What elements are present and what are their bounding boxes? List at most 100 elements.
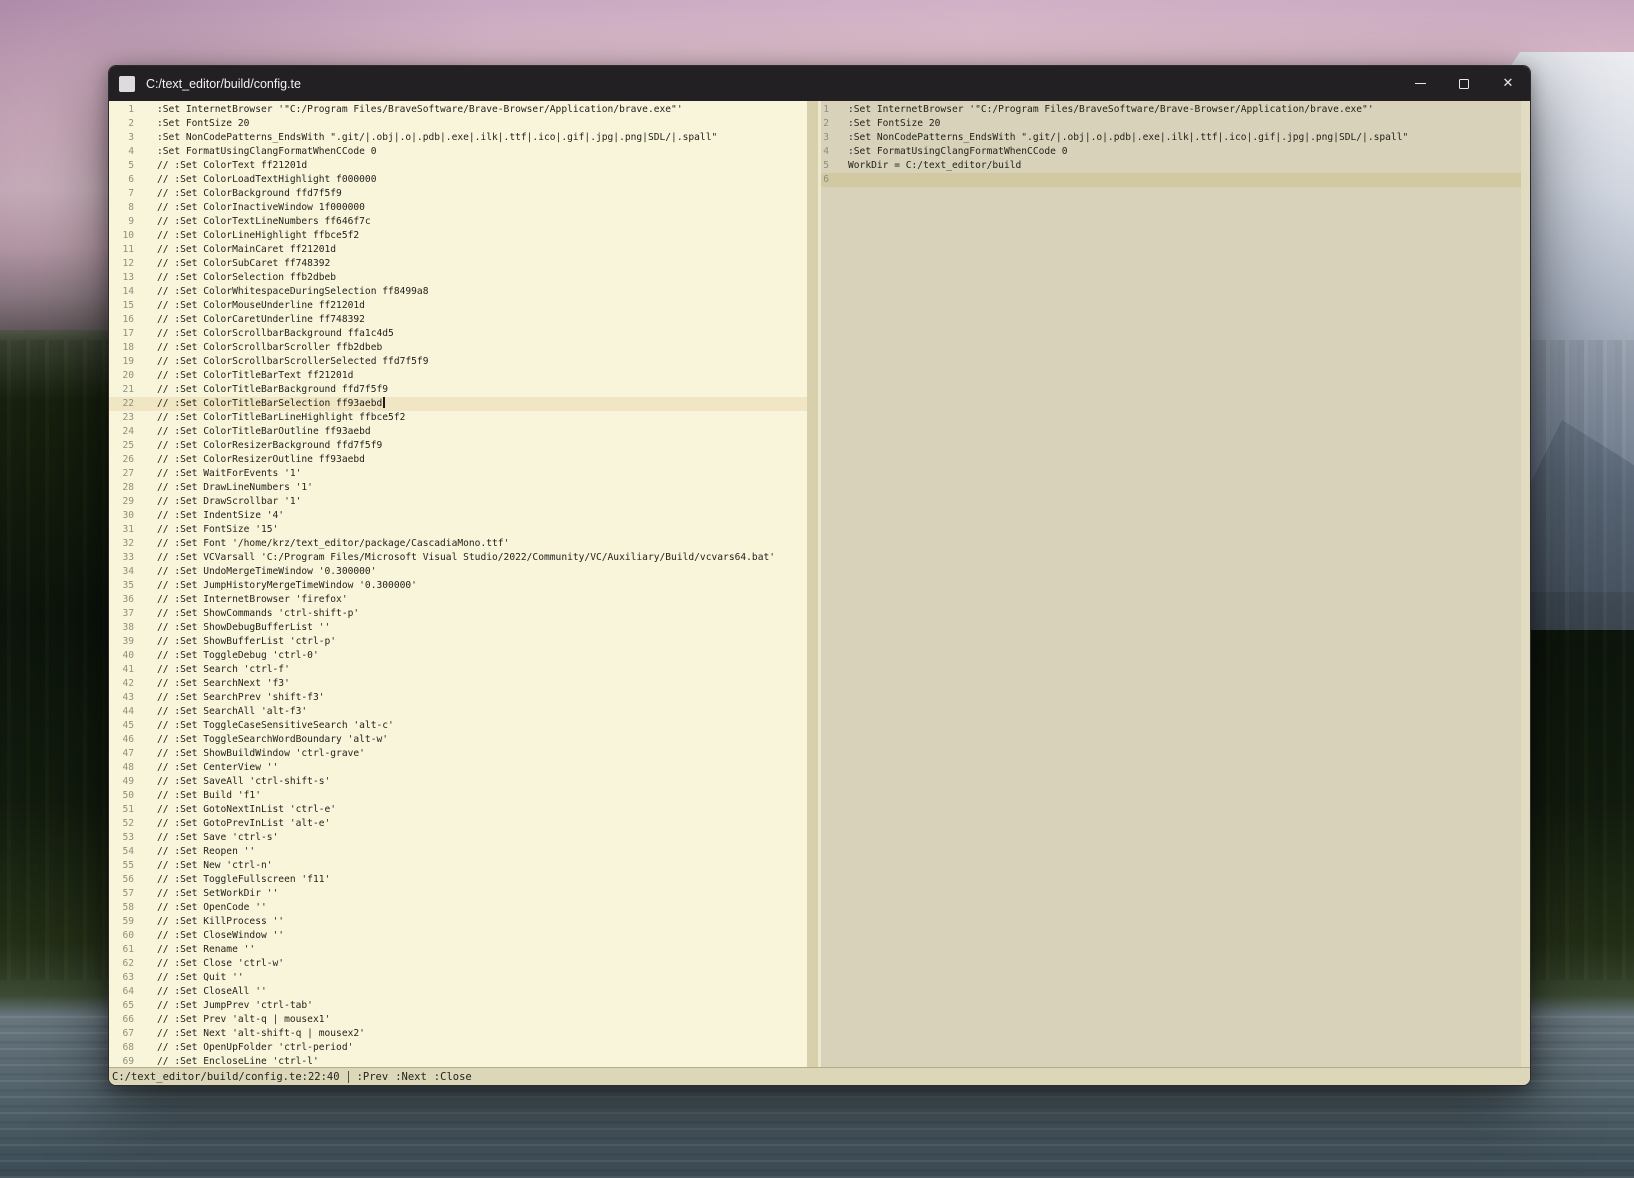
code-line[interactable]: 44// :Set SearchAll 'alt-f3' <box>109 705 807 719</box>
code-line[interactable]: 63// :Set Quit '' <box>109 971 807 985</box>
code-line[interactable]: 4:Set FormatUsingClangFormatWhenCCode 0 <box>821 145 1530 159</box>
code-line[interactable]: 57// :Set SetWorkDir '' <box>109 887 807 901</box>
code-line[interactable]: 7// :Set ColorBackground ffd7f5f9 <box>109 187 807 201</box>
code-line[interactable]: 35// :Set JumpHistoryMergeTimeWindow '0.… <box>109 579 807 593</box>
line-number: 44 <box>109 705 134 719</box>
code-line[interactable]: 50// :Set Build 'f1' <box>109 789 807 803</box>
code-line[interactable]: 58// :Set OpenCode '' <box>109 901 807 915</box>
close-button[interactable]: ✕ <box>1486 66 1530 101</box>
code-line[interactable]: 61// :Set Rename '' <box>109 943 807 957</box>
code-line[interactable]: 37// :Set ShowCommands 'ctrl-shift-p' <box>109 607 807 621</box>
code-line[interactable]: 36// :Set InternetBrowser 'firefox' <box>109 593 807 607</box>
code-line[interactable]: 55// :Set New 'ctrl-n' <box>109 859 807 873</box>
line-text: WorkDir = C:/text_editor/build <box>848 159 1021 173</box>
line-number: 16 <box>109 313 134 327</box>
line-number: 55 <box>109 859 134 873</box>
code-line[interactable]: 15// :Set ColorMouseUnderline ff21201d <box>109 299 807 313</box>
code-line[interactable]: 51// :Set GotoNextInList 'ctrl-e' <box>109 803 807 817</box>
code-line[interactable]: 54// :Set Reopen '' <box>109 845 807 859</box>
code-line[interactable]: 6// :Set ColorLoadTextHighlight f000000 <box>109 173 807 187</box>
code-line[interactable]: 25// :Set ColorResizerBackground ffd7f5f… <box>109 439 807 453</box>
code-line[interactable]: 17// :Set ColorScrollbarBackground ffa1c… <box>109 327 807 341</box>
code-line[interactable]: 11// :Set ColorMainCaret ff21201d <box>109 243 807 257</box>
code-line[interactable]: 67// :Set Next 'alt-shift-q | mousex2' <box>109 1027 807 1041</box>
code-line[interactable]: 18// :Set ColorScrollbarScroller ffb2dbe… <box>109 341 807 355</box>
code-line[interactable]: 9// :Set ColorTextLineNumbers ff646f7c <box>109 215 807 229</box>
code-line[interactable]: 20// :Set ColorTitleBarText ff21201d <box>109 369 807 383</box>
code-line[interactable]: 56// :Set ToggleFullscreen 'f11' <box>109 873 807 887</box>
code-line[interactable]: 1:Set InternetBrowser '"C:/Program Files… <box>109 103 807 117</box>
code-line[interactable]: 22// :Set ColorTitleBarSelection ff93aeb… <box>109 397 807 411</box>
code-line[interactable]: 66// :Set Prev 'alt-q | mousex1' <box>109 1013 807 1027</box>
line-text: // :Set IndentSize '4' <box>157 509 284 523</box>
line-text: // :Set Rename '' <box>157 943 255 957</box>
code-line[interactable]: 1:Set InternetBrowser '"C:/Program Files… <box>821 103 1530 117</box>
code-line[interactable]: 59// :Set KillProcess '' <box>109 915 807 929</box>
code-line[interactable]: 13// :Set ColorSelection ffb2dbeb <box>109 271 807 285</box>
code-line[interactable]: 53// :Set Save 'ctrl-s' <box>109 831 807 845</box>
code-line[interactable]: 12// :Set ColorSubCaret ff748392 <box>109 257 807 271</box>
code-line[interactable]: 60// :Set CloseWindow '' <box>109 929 807 943</box>
code-line[interactable]: 23// :Set ColorTitleBarLineHighlight ffb… <box>109 411 807 425</box>
code-line[interactable]: 21// :Set ColorTitleBarBackground ffd7f5… <box>109 383 807 397</box>
code-line[interactable]: 38// :Set ShowDebugBufferList '' <box>109 621 807 635</box>
maximize-button[interactable] <box>1442 66 1486 101</box>
code-line[interactable]: 10// :Set ColorLineHighlight ffbce5f2 <box>109 229 807 243</box>
code-line[interactable]: 39// :Set ShowBufferList 'ctrl-p' <box>109 635 807 649</box>
code-line[interactable]: 69// :Set EncloseLine 'ctrl-l' <box>109 1055 807 1067</box>
right-pane-scrollbar[interactable] <box>1521 101 1530 1067</box>
code-line[interactable]: 40// :Set ToggleDebug 'ctrl-0' <box>109 649 807 663</box>
code-line[interactable]: 46// :Set ToggleSearchWordBoundary 'alt-… <box>109 733 807 747</box>
minimize-button[interactable] <box>1398 66 1442 101</box>
code-line[interactable]: 45// :Set ToggleCaseSensitiveSearch 'alt… <box>109 719 807 733</box>
code-line[interactable]: 43// :Set SearchPrev 'shift-f3' <box>109 691 807 705</box>
code-line[interactable]: 6 <box>821 173 1530 187</box>
code-line[interactable]: 5WorkDir = C:/text_editor/build <box>821 159 1530 173</box>
code-line[interactable]: 29// :Set DrawScrollbar '1' <box>109 495 807 509</box>
title-bar[interactable]: C:/text_editor/build/config.te ✕ <box>109 66 1530 101</box>
code-line[interactable]: 5// :Set ColorText ff21201d <box>109 159 807 173</box>
code-line[interactable]: 3:Set NonCodePatterns_EndsWith ".git/|.o… <box>109 131 807 145</box>
line-number: 66 <box>109 1013 134 1027</box>
status-command-close[interactable]: :Close <box>434 1071 472 1083</box>
code-line[interactable]: 26// :Set ColorResizerOutline ff93aebd <box>109 453 807 467</box>
code-line[interactable]: 48// :Set CenterView '' <box>109 761 807 775</box>
code-line[interactable]: 65// :Set JumpPrev 'ctrl-tab' <box>109 999 807 1013</box>
line-text: // :Set ColorResizerOutline ff93aebd <box>157 453 365 467</box>
line-number: 1 <box>821 103 829 117</box>
code-line[interactable]: 24// :Set ColorTitleBarOutline ff93aebd <box>109 425 807 439</box>
code-line[interactable]: 32// :Set Font '/home/krz/text_editor/pa… <box>109 537 807 551</box>
code-line[interactable]: 3:Set NonCodePatterns_EndsWith ".git/|.o… <box>821 131 1530 145</box>
code-line[interactable]: 4:Set FormatUsingClangFormatWhenCCode 0 <box>109 145 807 159</box>
left-editor-pane[interactable]: 1:Set InternetBrowser '"C:/Program Files… <box>109 101 807 1067</box>
line-text: // :Set ColorResizerBackground ffd7f5f9 <box>157 439 382 453</box>
code-line[interactable]: 31// :Set FontSize '15' <box>109 523 807 537</box>
line-number: 43 <box>109 691 134 705</box>
code-line[interactable]: 2:Set FontSize 20 <box>109 117 807 131</box>
code-line[interactable]: 64// :Set CloseAll '' <box>109 985 807 999</box>
code-line[interactable]: 62// :Set Close 'ctrl-w' <box>109 957 807 971</box>
line-text: // :Set ColorScrollbarBackground ffa1c4d… <box>157 327 394 341</box>
code-line[interactable]: 52// :Set GotoPrevInList 'alt-e' <box>109 817 807 831</box>
status-command-next[interactable]: :Next <box>395 1071 427 1083</box>
code-line[interactable]: 2:Set FontSize 20 <box>821 117 1530 131</box>
code-line[interactable]: 19// :Set ColorScrollbarScrollerSelected… <box>109 355 807 369</box>
code-line[interactable]: 8// :Set ColorInactiveWindow 1f000000 <box>109 201 807 215</box>
code-line[interactable]: 16// :Set ColorCaretUnderline ff748392 <box>109 313 807 327</box>
left-pane-scrollbar[interactable] <box>807 101 818 1067</box>
code-line[interactable]: 14// :Set ColorWhitespaceDuringSelection… <box>109 285 807 299</box>
line-text: // :Set CenterView '' <box>157 761 278 775</box>
code-line[interactable]: 28// :Set DrawLineNumbers '1' <box>109 481 807 495</box>
right-editor-pane[interactable]: 1:Set InternetBrowser '"C:/Program Files… <box>821 101 1530 1067</box>
code-line[interactable]: 34// :Set UndoMergeTimeWindow '0.300000' <box>109 565 807 579</box>
line-text: // :Set EncloseLine 'ctrl-l' <box>157 1055 319 1067</box>
code-line[interactable]: 47// :Set ShowBuildWindow 'ctrl-grave' <box>109 747 807 761</box>
status-command-prev[interactable]: :Prev <box>357 1071 389 1083</box>
code-line[interactable]: 27// :Set WaitForEvents '1' <box>109 467 807 481</box>
code-line[interactable]: 30// :Set IndentSize '4' <box>109 509 807 523</box>
code-line[interactable]: 49// :Set SaveAll 'ctrl-shift-s' <box>109 775 807 789</box>
code-line[interactable]: 33// :Set VCVarsall 'C:/Program Files/Mi… <box>109 551 807 565</box>
code-line[interactable]: 41// :Set Search 'ctrl-f' <box>109 663 807 677</box>
code-line[interactable]: 42// :Set SearchNext 'f3' <box>109 677 807 691</box>
code-line[interactable]: 68// :Set OpenUpFolder 'ctrl-period' <box>109 1041 807 1055</box>
